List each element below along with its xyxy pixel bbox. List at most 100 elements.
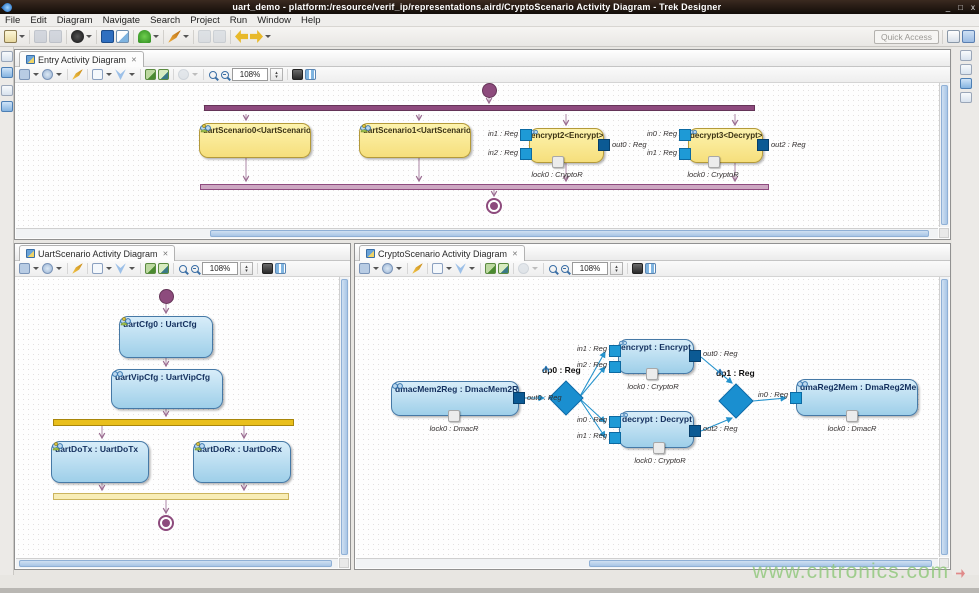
crypto-canvas[interactable]: dmacMem2Reg : DmacMem2Reg out0 : Reg loc… <box>356 277 940 558</box>
menu-file[interactable]: File <box>0 15 25 26</box>
new-wizard-icon[interactable] <box>4 30 17 43</box>
menu-edit[interactable]: Edit <box>25 15 51 26</box>
tab-uartscenario-activity-diagram[interactable]: UartScenario Activity Diagram ✕ <box>19 245 175 261</box>
entry-initial-node[interactable] <box>482 83 497 98</box>
back-arrow-icon[interactable] <box>235 30 248 43</box>
forward-arrow-icon[interactable] <box>250 30 263 43</box>
edit-image-icon[interactable] <box>158 69 169 80</box>
zoom-out-icon[interactable] <box>221 71 229 79</box>
pin-decrypt3-in1[interactable] <box>679 148 691 160</box>
open-perspective-icon[interactable] <box>962 30 975 43</box>
minimized-window-icon[interactable] <box>960 64 972 75</box>
paste-wand-icon[interactable] <box>412 263 423 274</box>
entry-fork-bar[interactable] <box>204 105 755 111</box>
chart-icon[interactable] <box>116 30 129 43</box>
node-uartDoTx[interactable]: uartDoTx : UartDoTx <box>51 441 149 483</box>
export-image-icon[interactable] <box>145 69 156 80</box>
zoom-spinner[interactable]: ▴▾ <box>610 262 623 275</box>
menu-diagram[interactable]: Diagram <box>52 15 98 26</box>
snapshot-icon[interactable] <box>292 69 303 80</box>
pin-encrypt2-out0[interactable] <box>598 139 610 151</box>
entry-horizontal-scrollbar[interactable] <box>16 228 938 238</box>
uart-fork-bar[interactable] <box>53 419 294 426</box>
select-dropdown-icon[interactable] <box>446 267 452 270</box>
zoom-level-input[interactable]: 108% <box>572 262 608 275</box>
align-dropdown-icon[interactable] <box>129 73 135 76</box>
close-button[interactable]: x <box>967 3 979 12</box>
pin-encrypt-out0[interactable] <box>689 350 701 362</box>
align-dropdown-icon[interactable] <box>469 267 475 270</box>
filters-icon[interactable] <box>42 69 53 80</box>
run-wand-icon[interactable] <box>168 30 181 43</box>
pin-encrypt-lock0[interactable] <box>646 368 658 380</box>
filters-dropdown-icon[interactable] <box>396 267 402 270</box>
uart-join-bar[interactable] <box>53 493 289 500</box>
layers-icon[interactable] <box>19 69 30 80</box>
filters-icon[interactable] <box>382 263 393 274</box>
grid-icon[interactable] <box>305 69 316 80</box>
pin-decrypt3-in0[interactable] <box>679 129 691 141</box>
pin-dmac-lock0[interactable] <box>448 410 460 422</box>
align-dropdown-icon[interactable] <box>129 267 135 270</box>
paste-wand-icon[interactable] <box>72 69 83 80</box>
zoom-in-icon[interactable] <box>179 265 187 273</box>
align-icon[interactable] <box>455 263 466 274</box>
layers-icon[interactable] <box>359 263 370 274</box>
maximize-button[interactable]: □ <box>954 3 967 12</box>
minimize-button[interactable]: _ <box>942 3 954 12</box>
pin-decrypt3-out2[interactable] <box>757 139 769 151</box>
minimized-outline-icon[interactable] <box>1 101 13 112</box>
tab-cryptoscenario-activity-diagram[interactable]: CryptoScenario Activity Diagram ✕ <box>359 245 525 261</box>
node-uartDoRx[interactable]: uartDoRx : UartDoRx <box>193 441 291 483</box>
node-uartScenario0[interactable]: uartScenario0<UartScenario> <box>199 123 311 158</box>
edit-image-icon[interactable] <box>498 263 509 274</box>
pin-dmac-out0[interactable] <box>513 392 525 404</box>
pin-decrypt3-lock0[interactable] <box>708 156 720 168</box>
layers-dropdown-icon[interactable] <box>373 267 379 270</box>
pin-encrypt2-lock0[interactable] <box>552 156 564 168</box>
menu-run[interactable]: Run <box>225 15 252 26</box>
uart-horizontal-scrollbar[interactable] <box>16 558 338 568</box>
forward-dropdown-icon[interactable] <box>265 35 271 38</box>
pin-encrypt2-in1[interactable] <box>520 129 532 141</box>
pin-decrypt-in0[interactable] <box>609 416 621 428</box>
pin-decrypt-out2[interactable] <box>689 425 701 437</box>
layers-icon[interactable] <box>19 263 30 274</box>
console-icon[interactable] <box>101 30 114 43</box>
uart-tab-close-icon[interactable]: ✕ <box>163 250 169 258</box>
minimized-view-icon[interactable] <box>1 51 13 62</box>
menu-window[interactable]: Window <box>252 15 296 26</box>
minimized-view-icon-2[interactable] <box>1 85 13 96</box>
menu-navigate[interactable]: Navigate <box>98 15 146 26</box>
crypto-vertical-scrollbar[interactable] <box>939 277 949 557</box>
wand-dropdown-icon[interactable] <box>183 35 189 38</box>
uart-canvas[interactable]: uartCfg0 : UartCfg uartVipCfg : UartVipC… <box>16 277 340 558</box>
grid-icon[interactable] <box>275 263 286 274</box>
snapshot-icon[interactable] <box>632 263 643 274</box>
pin-encrypt2-in2[interactable] <box>520 148 532 160</box>
align-icon[interactable] <box>115 263 126 274</box>
uart-initial-node[interactable] <box>159 289 174 304</box>
pin-decrypt-in1[interactable] <box>609 432 621 444</box>
entry-final-node[interactable] <box>486 198 502 214</box>
layers-dropdown-icon[interactable] <box>33 73 39 76</box>
uart-final-node[interactable] <box>158 515 174 531</box>
entry-vertical-scrollbar[interactable] <box>939 83 949 227</box>
key-dropdown-icon[interactable] <box>153 35 159 38</box>
pin-encrypt-in2[interactable] <box>609 361 621 373</box>
menu-help[interactable]: Help <box>296 15 326 26</box>
select-shape-icon[interactable] <box>92 263 103 274</box>
zoom-out-icon[interactable] <box>191 265 199 273</box>
minimized-properties-icon[interactable] <box>960 50 972 61</box>
export-image-icon[interactable] <box>145 263 156 274</box>
zoom-spinner[interactable]: ▴▾ <box>240 262 253 275</box>
export-image-icon[interactable] <box>485 263 496 274</box>
zoom-spinner[interactable]: ▴▾ <box>270 68 283 81</box>
crypto-tab-close-icon[interactable]: ✕ <box>512 250 518 258</box>
menu-project[interactable]: Project <box>185 15 225 26</box>
debug-dropdown-icon[interactable] <box>86 35 92 38</box>
pin-encrypt-in1[interactable] <box>609 345 621 357</box>
layers-dropdown-icon[interactable] <box>33 267 39 270</box>
entry-tab-close-icon[interactable]: ✕ <box>131 56 137 64</box>
node-uartScenario1[interactable]: uartScenario1<UartScenario> <box>359 123 471 158</box>
